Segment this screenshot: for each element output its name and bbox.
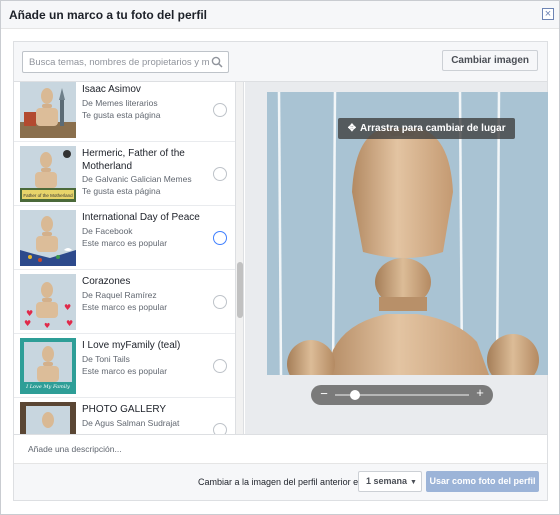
- frame-item-text: Isaac Asimov De Memes literarios Te gust…: [82, 84, 207, 121]
- frame-item-isaac-asimov[interactable]: Isaac Asimov De Memes literarios Te gust…: [14, 82, 235, 142]
- frame-status: Te gusta esta página: [82, 109, 161, 120]
- dialog-footer: Cambiar a la imagen del perfil anterior …: [14, 463, 547, 500]
- profile-photo-preview[interactable]: ✥ Arrastra para cambiar de lugar: [267, 92, 548, 375]
- frame-item-text: PHOTO GALLERY De Agus Salman Sudrajat: [82, 404, 207, 429]
- frame-radio[interactable]: [213, 359, 227, 373]
- frame-item-peace-day[interactable]: International Day of Peace De Facebook E…: [14, 206, 235, 270]
- frame-title: Hermeric, Father of the Motherland: [82, 148, 185, 172]
- frame-item-photo-gallery[interactable]: PHOTO GALLERY De Agus Salman Sudrajat: [14, 398, 235, 434]
- frame-title: I Love myFamily (teal): [82, 340, 181, 351]
- frame-thumbnail: [20, 210, 76, 266]
- frame-owner: De Facebook: [82, 225, 133, 236]
- hermeric-thumb-caption: Father of the Motherland: [23, 193, 73, 198]
- frame-thumbnail: ♥ ♥ ♥ ♥ ♥: [20, 274, 76, 330]
- search-input[interactable]: [29, 55, 209, 69]
- dialog-content: Cambiar imagen: [13, 41, 548, 501]
- frame-item-text: International Day of Peace De Facebook E…: [82, 212, 207, 249]
- description-input[interactable]: Añade una descripción...: [28, 444, 122, 454]
- frame-owner: De Toni Tails: [82, 353, 130, 364]
- zoom-handle[interactable]: [350, 390, 361, 400]
- frame-thumbnail: I Love My Family: [20, 338, 76, 394]
- use-as-profile-photo-button[interactable]: Usar como foto del perfil: [426, 471, 539, 492]
- frame-radio[interactable]: [213, 423, 227, 434]
- revert-duration-select[interactable]: 1 semana ▼: [358, 471, 422, 492]
- description-area[interactable]: Añade una descripción...: [14, 434, 547, 463]
- frame-title: International Day of Peace: [82, 212, 200, 223]
- frame-dialog: Añade un marco a tu foto del perfil × Ca…: [0, 0, 560, 515]
- frame-owner: De Agus Salman Sudrajat: [82, 417, 180, 428]
- list-scrollbar-thumb[interactable]: [237, 262, 243, 318]
- frame-status: Este marco es popular: [82, 365, 168, 376]
- frame-thumbnail: [20, 402, 76, 434]
- frame-item-hermeric[interactable]: Father of the Motherland Hermeric, Fathe…: [14, 142, 235, 206]
- search-bar: Cambiar imagen: [14, 42, 547, 82]
- svg-text:♥: ♥: [66, 319, 73, 328]
- svg-text:♥: ♥: [26, 309, 33, 318]
- frame-thumbnail: [20, 82, 76, 138]
- duration-value: 1 semana: [366, 476, 408, 486]
- frame-radio-selected[interactable]: [213, 231, 227, 245]
- frame-item-text: Corazones De Raquel Ramírez Este marco e…: [82, 276, 207, 313]
- drag-to-reposition-label[interactable]: ✥ Arrastra para cambiar de lugar: [338, 118, 515, 139]
- drag-label-text: Arrastra para cambiar de lugar: [360, 123, 506, 134]
- zoom-in-icon[interactable]: +: [473, 385, 487, 400]
- frame-title: PHOTO GALLERY: [82, 404, 167, 415]
- list-scrollbar[interactable]: [236, 82, 244, 434]
- frame-status: Este marco es popular: [82, 301, 168, 312]
- dialog-title: Añade un marco a tu foto del perfil: [9, 8, 208, 22]
- frame-owner: De Galvanic Galician Memes: [82, 174, 192, 184]
- close-icon[interactable]: ×: [542, 8, 554, 20]
- frame-item-corazones[interactable]: ♥ ♥ ♥ ♥ ♥ Corazones De Raquel Ramírez Es…: [14, 270, 235, 334]
- frame-radio[interactable]: [213, 167, 227, 181]
- frame-radio[interactable]: [213, 295, 227, 309]
- preview-panel: ✥ Arrastra para cambiar de lugar − +: [245, 82, 548, 434]
- frame-item-text: I Love myFamily (teal) De Toni Tails Est…: [82, 340, 207, 377]
- zoom-slider[interactable]: − +: [311, 385, 493, 405]
- frame-status: Te gusta esta página: [82, 186, 161, 196]
- revert-label: Cambiar a la imagen del perfil anterior …: [198, 477, 364, 487]
- search-box[interactable]: [22, 51, 229, 73]
- zoom-out-icon[interactable]: −: [317, 386, 331, 401]
- dialog-header: Añade un marco a tu foto del perfil ×: [1, 1, 559, 29]
- frame-status: Este marco es popular: [82, 237, 168, 248]
- chevron-down-icon: ▼: [410, 479, 417, 486]
- frame-list: Isaac Asimov De Memes literarios Te gust…: [14, 82, 236, 434]
- move-icon: ✥: [347, 123, 357, 134]
- frame-item-text: Hermeric, Father of the Motherland De Ga…: [82, 148, 207, 197]
- frame-item-family[interactable]: I Love My Family I Love myFamily (teal) …: [14, 334, 235, 398]
- frame-owner: De Memes literarios: [82, 97, 158, 108]
- svg-text:♥: ♥: [64, 303, 71, 312]
- frame-title: Corazones: [82, 276, 131, 287]
- search-icon[interactable]: [211, 56, 223, 68]
- frame-owner: De Raquel Ramírez: [82, 289, 157, 300]
- change-image-button[interactable]: Cambiar imagen: [442, 50, 538, 71]
- frame-radio[interactable]: [213, 103, 227, 117]
- svg-text:♥: ♥: [24, 319, 31, 328]
- frame-title: Isaac Asimov: [82, 84, 141, 95]
- family-thumb-caption: I Love My Family: [25, 384, 70, 390]
- frame-thumbnail: Father of the Motherland: [20, 146, 76, 202]
- svg-text:♥: ♥: [44, 322, 50, 330]
